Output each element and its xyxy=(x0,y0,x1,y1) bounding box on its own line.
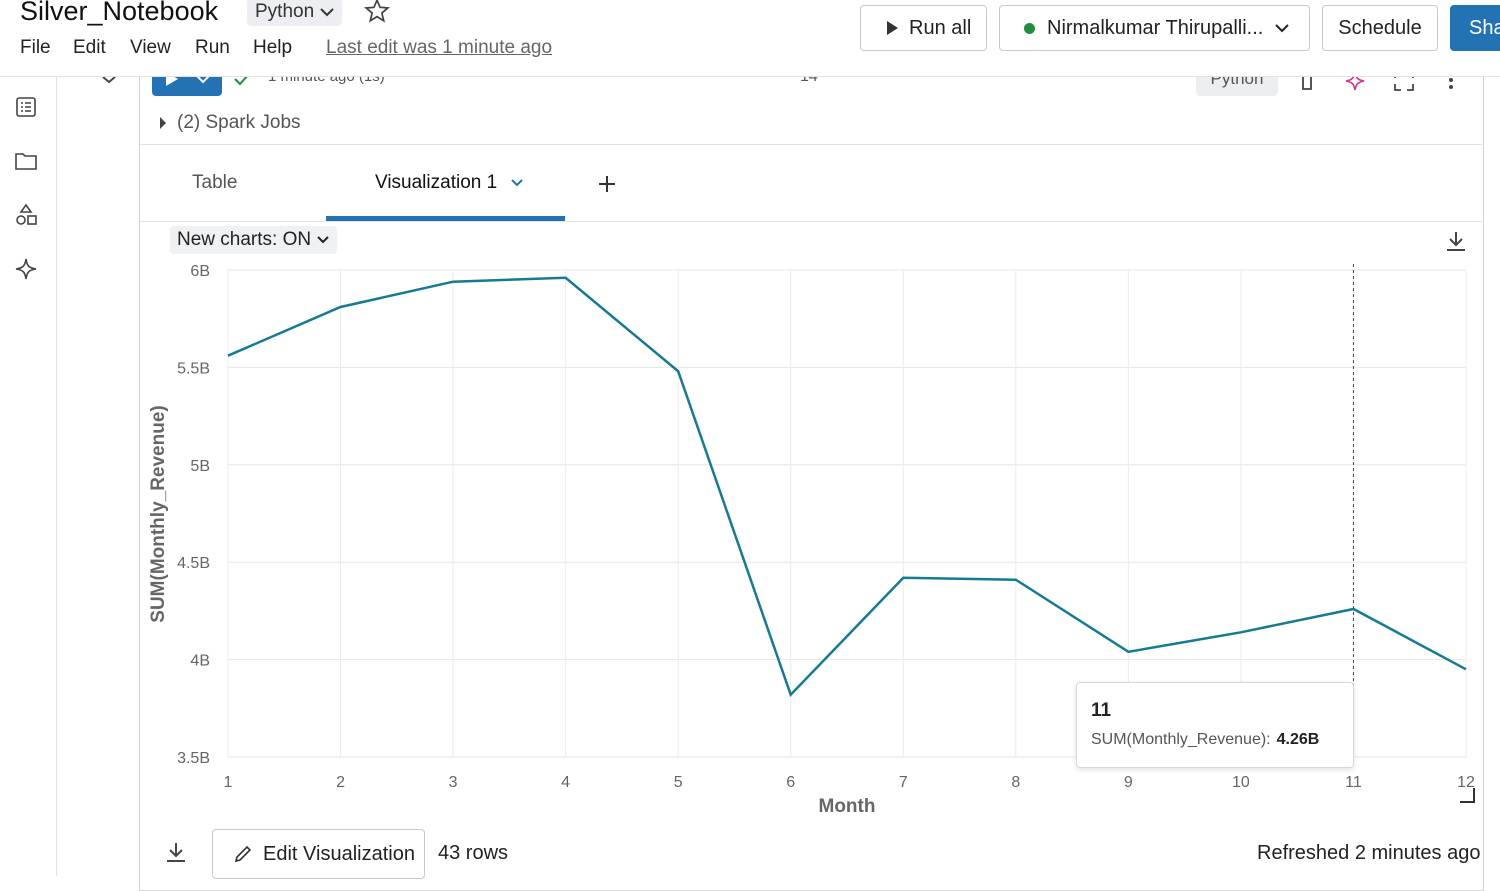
divider xyxy=(140,144,1482,145)
collapse-chevron-icon[interactable] xyxy=(102,76,116,84)
data-point[interactable] xyxy=(450,279,456,285)
share-button[interactable]: Sha xyxy=(1450,5,1500,51)
notebook-title[interactable]: Silver_Notebook xyxy=(20,0,218,27)
x-tick-label: 11 xyxy=(1345,774,1362,791)
divider xyxy=(140,221,1482,222)
y-tick-label: 3.5B xyxy=(177,750,210,767)
add-tab-icon[interactable] xyxy=(597,174,617,194)
chevron-down-icon xyxy=(1275,24,1290,33)
folder-icon[interactable] xyxy=(14,149,38,173)
cluster-status-dot xyxy=(1024,22,1035,34)
y-tick-label: 6B xyxy=(190,263,210,280)
chevron-down-icon[interactable] xyxy=(511,179,523,187)
y-tick-label: 5B xyxy=(190,458,210,475)
tab-visualization-1[interactable]: Visualization 1 xyxy=(375,172,523,194)
data-point[interactable] xyxy=(225,353,231,359)
chevron-down-icon xyxy=(320,8,334,17)
spark-jobs-toggle[interactable]: (2) Spark Jobs xyxy=(159,112,301,134)
data-point[interactable] xyxy=(1463,666,1469,672)
y-axis-label: SUM(Monthly_Revenue) xyxy=(148,405,169,622)
x-tick-label: 9 xyxy=(1124,774,1133,791)
sparkle-icon[interactable] xyxy=(14,257,38,281)
edit-visualization-label: Edit Visualization xyxy=(263,842,415,865)
data-point[interactable] xyxy=(563,275,569,281)
y-tick-label: 4B xyxy=(190,653,210,670)
x-axis-label: Month xyxy=(819,796,876,817)
shapes-icon[interactable] xyxy=(14,203,38,227)
data-point[interactable] xyxy=(675,368,681,374)
data-point[interactable] xyxy=(900,575,906,581)
tooltip-row: SUM(Monthly_Revenue): 4.26B xyxy=(1091,731,1319,749)
x-axis-ticks: 1 2 3 4 5 6 7 8 9 10 11 12 xyxy=(224,774,1475,791)
schedule-button[interactable]: Schedule xyxy=(1322,5,1438,51)
refreshed-status: Refreshed 2 minutes ago xyxy=(1257,842,1481,864)
row-count: 43 rows xyxy=(438,842,509,864)
menu-run[interactable]: Run xyxy=(195,37,230,59)
tooltip-title: 11 xyxy=(1091,700,1112,721)
left-rail xyxy=(0,77,57,876)
data-point[interactable] xyxy=(1013,577,1019,583)
tab-visualization-label: Visualization 1 xyxy=(375,172,498,193)
y-axis-ticks: 3.5B 4B 4.5B 5B 5.5B 6B xyxy=(177,263,210,767)
series-line[interactable] xyxy=(227,276,1467,698)
tooltip-value: 4.26B xyxy=(1276,731,1320,748)
new-charts-label: New charts: ON xyxy=(177,229,312,250)
pencil-icon xyxy=(234,845,252,863)
y-tick-label: 5.5B xyxy=(177,360,210,377)
x-tick-label: 5 xyxy=(674,774,683,791)
run-all-button[interactable]: Run all xyxy=(860,5,987,51)
data-point[interactable] xyxy=(1125,649,1131,655)
x-tick-label: 8 xyxy=(1011,774,1020,791)
tab-table[interactable]: Table xyxy=(192,172,237,194)
x-tick-label: 6 xyxy=(786,774,795,791)
data-point[interactable] xyxy=(788,692,794,698)
x-tick-label: 3 xyxy=(449,774,458,791)
caret-right-icon xyxy=(160,117,166,129)
notebook-header: Silver_Notebook Python File Edit View Ru… xyxy=(0,0,1500,77)
spark-jobs-label: (2) Spark Jobs xyxy=(177,112,301,133)
menu-edit[interactable]: Edit xyxy=(73,37,106,59)
download-icon[interactable] xyxy=(164,840,188,864)
last-edit-link[interactable]: Last edit was 1 minute ago xyxy=(326,37,552,59)
x-tick-label: 10 xyxy=(1232,774,1250,791)
data-point[interactable] xyxy=(1350,606,1356,612)
menu-help[interactable]: Help xyxy=(253,37,292,59)
tooltip-label: SUM(Monthly_Revenue): xyxy=(1091,731,1271,748)
chart-tooltip: 11 SUM(Monthly_Revenue): 4.26B xyxy=(1076,682,1354,768)
menu-file[interactable]: File xyxy=(20,37,51,59)
y-tick-label: 4.5B xyxy=(177,555,210,572)
language-label: Python xyxy=(255,1,315,22)
data-points[interactable] xyxy=(225,275,1469,698)
x-tick-label: 7 xyxy=(899,774,908,791)
run-all-label: Run all xyxy=(909,16,972,39)
menu-view[interactable]: View xyxy=(130,37,171,59)
table-of-contents-icon[interactable] xyxy=(14,95,38,119)
play-icon xyxy=(887,21,898,35)
data-point[interactable] xyxy=(1238,629,1244,635)
language-selector[interactable]: Python xyxy=(247,0,343,26)
x-tick-label: 4 xyxy=(561,774,570,791)
cluster-selector[interactable]: Nirmalkumar Thirupalli... xyxy=(999,5,1310,51)
x-tick-label: 12 xyxy=(1457,774,1475,791)
x-tick-label: 1 xyxy=(224,774,233,791)
chevron-down-icon xyxy=(317,236,329,244)
edit-visualization-button[interactable]: Edit Visualization xyxy=(212,829,425,879)
star-icon[interactable] xyxy=(364,0,390,24)
data-point[interactable] xyxy=(338,304,344,310)
cluster-name: Nirmalkumar Thirupalli... xyxy=(1047,16,1264,39)
x-tick-label: 2 xyxy=(336,774,345,791)
